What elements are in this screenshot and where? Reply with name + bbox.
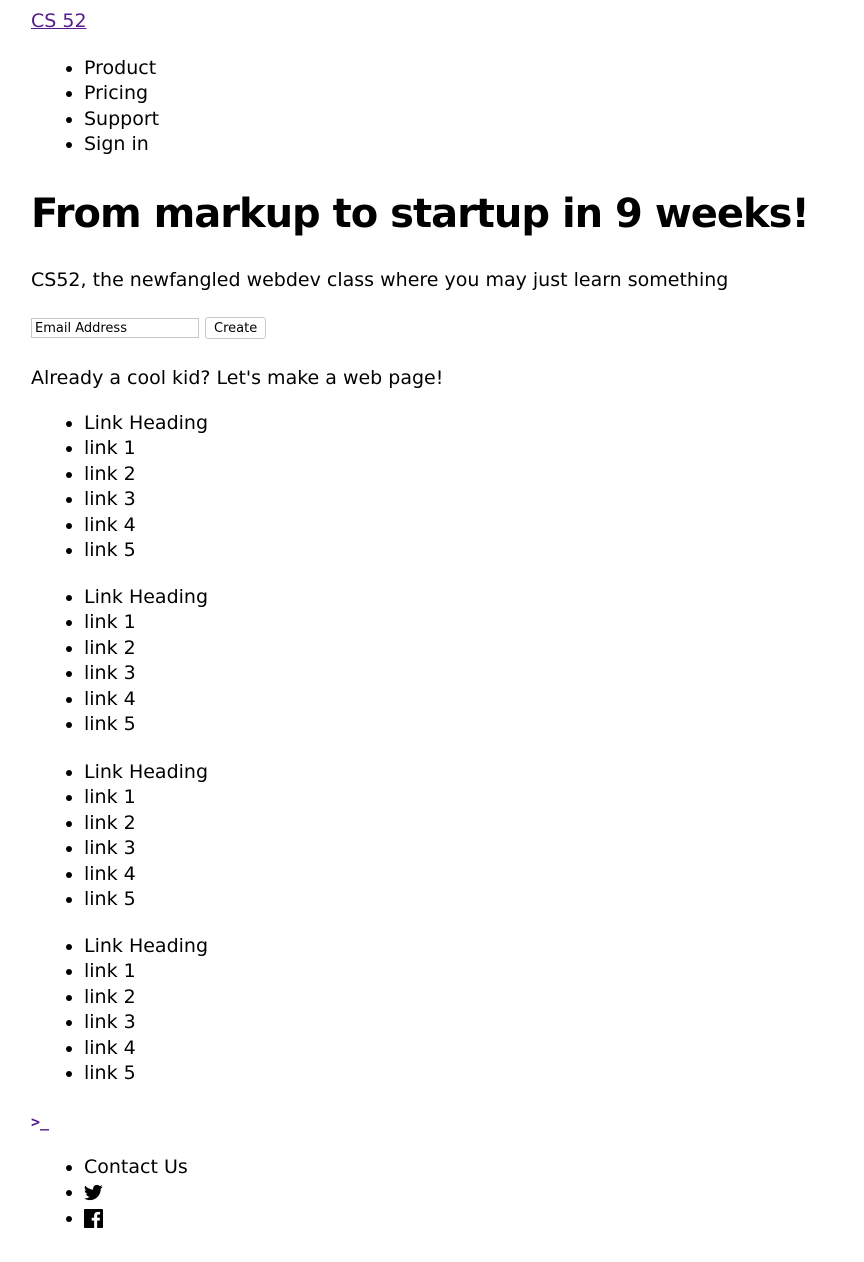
link-group-item[interactable]: link 1: [84, 436, 208, 461]
terminal-logo[interactable]: >_: [31, 1112, 49, 1132]
link-group-item[interactable]: link 5: [84, 712, 208, 737]
link-group-item[interactable]: link 1: [84, 785, 208, 810]
twitter-link[interactable]: [84, 1180, 188, 1205]
main-nav: Product Pricing Support Sign in: [31, 56, 159, 158]
link-group-heading: Link Heading: [84, 934, 208, 959]
link-group-item[interactable]: link 5: [84, 1061, 208, 1086]
nav-item-sign-in[interactable]: Sign in: [84, 132, 159, 157]
twitter-icon[interactable]: [84, 1183, 103, 1202]
email-field[interactable]: [31, 318, 199, 338]
nav-item-support[interactable]: Support: [84, 107, 159, 132]
link-group-item[interactable]: link 2: [84, 811, 208, 836]
link-group-item[interactable]: link 1: [84, 610, 208, 635]
link-group-item[interactable]: link 3: [84, 836, 208, 861]
link-group-heading: Link Heading: [84, 411, 208, 436]
facebook-icon[interactable]: [84, 1208, 103, 1228]
link-group-item[interactable]: link 4: [84, 513, 208, 538]
facebook-link[interactable]: [84, 1206, 188, 1231]
link-group-item[interactable]: link 4: [84, 1036, 208, 1061]
signup-form: Create: [31, 317, 267, 339]
link-group-item[interactable]: link 2: [84, 462, 208, 487]
link-group-item[interactable]: link 3: [84, 661, 208, 686]
link-group-item[interactable]: link 3: [84, 487, 208, 512]
footer-links: Contact Us: [31, 1155, 188, 1231]
contact-us-link[interactable]: Contact Us: [84, 1155, 188, 1180]
link-group-item[interactable]: link 4: [84, 687, 208, 712]
nav-item-product[interactable]: Product: [84, 56, 159, 81]
link-group: Link Heading link 1 link 2 link 3 link 4…: [31, 760, 208, 912]
nav-item-pricing[interactable]: Pricing: [84, 81, 159, 106]
link-group-item[interactable]: link 5: [84, 887, 208, 912]
link-group-heading: Link Heading: [84, 760, 208, 785]
link-group-item[interactable]: link 3: [84, 1010, 208, 1035]
link-group-item[interactable]: link 1: [84, 959, 208, 984]
link-group: Link Heading link 1 link 2 link 3 link 4…: [31, 934, 208, 1086]
link-group-heading: Link Heading: [84, 585, 208, 610]
link-group: Link Heading link 1 link 2 link 3 link 4…: [31, 411, 208, 563]
link-group-item[interactable]: link 2: [84, 985, 208, 1010]
brand-link[interactable]: CS 52: [31, 9, 87, 33]
link-group-item[interactable]: link 2: [84, 636, 208, 661]
hero-title: From markup to startup in 9 weeks!: [31, 191, 810, 237]
link-group-item[interactable]: link 4: [84, 862, 208, 887]
create-button[interactable]: Create: [205, 317, 267, 339]
cta-text: Already a cool kid? Let's make a web pag…: [31, 367, 444, 389]
hero-subtitle: CS52, the newfangled webdev class where …: [31, 269, 729, 291]
link-group: Link Heading link 1 link 2 link 3 link 4…: [31, 585, 208, 737]
link-group-item[interactable]: link 5: [84, 538, 208, 563]
